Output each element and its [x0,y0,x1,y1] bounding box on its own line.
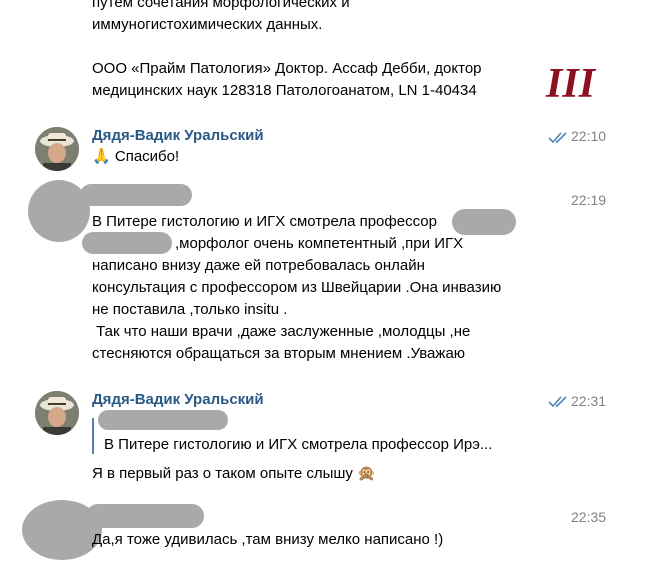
message-time: 22:35 [571,509,607,525]
avatar[interactable] [35,127,79,171]
message-line: стесняются обращаться за вторым мнением … [92,345,466,362]
avatar[interactable] [35,391,79,435]
message-text-content: Я в первый раз о таком опыте слышу [92,465,353,482]
read-double-check-icon [548,132,567,144]
redacted-reply-author [98,410,228,430]
message-line: консультация с профессором из Швейцарии … [92,279,502,296]
message-line: ,морфолог очень компетентный ,при ИГХ [175,235,464,252]
message-line: Так что наши врачи ,даже заслуженные ,мо… [92,323,471,340]
reply-quote-text[interactable]: В Питере гистологию и ИГХ смотрела профе… [104,434,492,456]
message-time: 22:19 [571,192,607,208]
message-time: 22:10 [571,128,607,144]
redacted-professor-name-2 [82,232,172,254]
message-line: В Питере гистологию и ИГХ смотрела профе… [92,213,437,230]
message-text: 🙏 Спасибо! [92,146,179,168]
message-author[interactable]: Дядя-Вадик Уральский [92,126,264,146]
roman-numeral-mark: III [546,61,596,107]
message-author[interactable]: Дядя-Вадик Уральский [92,390,264,410]
message-text: Да,я тоже удивилась ,там внизу мелко нап… [92,531,444,548]
top-message-line-3: ООО «Прайм Патология» Доктор. Ассаф Дебб… [92,60,482,77]
see-no-evil-monkey-emoji-icon: 🙊 [357,465,376,482]
message-line: написано внизу даже ей потребовалась онл… [92,257,425,274]
redacted-professor-name [452,209,516,235]
avatar-photo-icon [35,127,79,171]
praying-hands-emoji-icon: 🙏 [92,148,111,165]
top-message-line-2: иммуногистохимических данных. [92,16,323,33]
redacted-author-name [80,184,192,206]
read-double-check-icon [548,396,567,408]
top-message-line-1: путем сочетания морфологических и [92,0,350,11]
redacted-author-name [86,504,204,528]
message-line: не поставила ,только insitu . [92,301,288,318]
message-time: 22:31 [571,393,607,409]
reply-quote-bar [92,418,94,454]
avatar-photo-icon [35,391,79,435]
message-text-content: Спасибо! [114,148,180,165]
top-message-line-4: медицинских наук 128318 Патологоанатом, … [92,82,477,99]
message-text: Я в первый раз о таком опыте слышу 🙊 [92,463,376,485]
